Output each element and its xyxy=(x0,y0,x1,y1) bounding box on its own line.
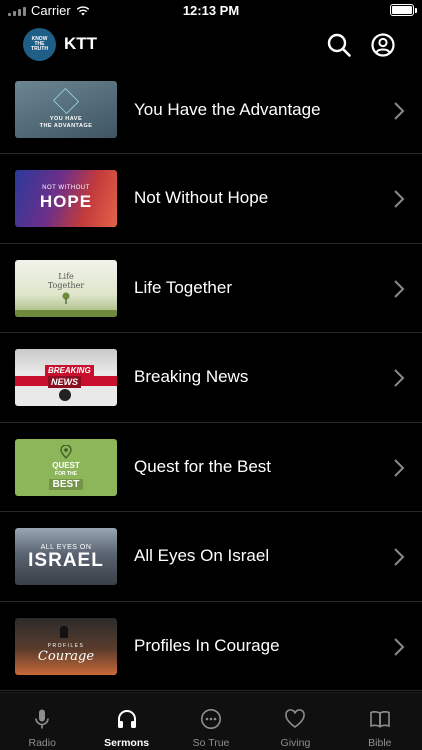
list-item[interactable]: Life Together Life Together xyxy=(0,244,422,333)
app-header: KNOW THE TRUTH KTT xyxy=(0,22,422,66)
sermon-thumbnail: YOU HAVE THE ADVANTAGE xyxy=(15,81,117,138)
sermon-title: Breaking News xyxy=(134,367,249,386)
thumb-text: Life xyxy=(58,272,74,281)
battery-icon xyxy=(390,4,417,16)
sermon-title: All Eyes On Israel xyxy=(134,546,270,565)
sermon-thumbnail: ALL EYES ON ISRAEL xyxy=(15,528,117,585)
chevron-right-icon xyxy=(394,548,405,566)
thumb-text: THE ADVANTAGE xyxy=(39,122,93,129)
chat-bubble-icon xyxy=(201,709,222,729)
tab-giving[interactable]: Giving xyxy=(253,693,337,750)
chevron-right-icon xyxy=(394,190,405,208)
tab-label: Bible xyxy=(368,737,392,749)
thumb-text: QUEST xyxy=(52,460,80,470)
tab-label: So True xyxy=(192,737,230,749)
thumb-text: Courage xyxy=(37,648,95,664)
tab-label: Giving xyxy=(280,737,311,749)
tab-bible[interactable]: Bible xyxy=(338,693,422,750)
tab-label: Sermons xyxy=(104,737,150,749)
sermon-list: YOU HAVE THE ADVANTAGE You Have the Adva… xyxy=(0,66,422,691)
chevron-right-icon xyxy=(394,637,405,656)
microphone-icon xyxy=(35,709,50,729)
thumb-text: NEWS xyxy=(48,376,81,388)
sermon-thumbnail: Life Together xyxy=(15,259,117,317)
account-circle-icon[interactable] xyxy=(370,32,396,58)
thumb-text: YOU HAVE xyxy=(49,115,83,122)
book-icon xyxy=(370,711,390,728)
sermon-thumbnail: QUEST FOR THE BEST xyxy=(15,438,117,496)
chevron-right-icon xyxy=(394,458,405,477)
thumb-text: Together xyxy=(47,281,85,290)
list-item[interactable]: ALL EYES ON ISRAEL All Eyes On Israel xyxy=(0,512,422,602)
headphones-icon xyxy=(117,710,136,728)
thumb-text: NOT WITHOUT xyxy=(42,185,90,191)
sermon-title: You Have the Advantage xyxy=(134,100,321,119)
thumb-text: BREAKING xyxy=(45,365,94,376)
app-logo: KNOW THE TRUTH xyxy=(23,28,56,61)
thumb-text: ISRAEL xyxy=(28,549,104,571)
tab-so-true[interactable]: So True xyxy=(169,693,253,750)
tab-label: Radio xyxy=(28,737,56,749)
tab-radio[interactable]: Radio xyxy=(0,693,84,750)
list-item[interactable]: QUEST FOR THE BEST Quest for the Best xyxy=(0,423,422,512)
chevron-right-icon xyxy=(394,279,405,298)
tab-sermons[interactable]: Sermons xyxy=(84,693,168,750)
clock: 12:13 PM xyxy=(182,3,240,18)
thumb-text: FOR THE xyxy=(55,470,77,477)
heart-icon xyxy=(285,709,306,728)
sermon-title: Quest for the Best xyxy=(134,456,272,476)
logo-text-bottom: TRUTH xyxy=(31,46,48,52)
cube-graphic xyxy=(52,87,80,114)
thumb-strip xyxy=(15,309,117,317)
sermon-title: Life Together xyxy=(134,277,232,297)
thumb-text: HOPE xyxy=(39,192,93,211)
chevron-right-icon xyxy=(394,369,405,387)
status-bar: Carrier 12:13 PM xyxy=(0,0,422,22)
sermon-title: Profiles In Courage xyxy=(134,635,280,655)
app-title: KTT xyxy=(64,34,98,53)
sermon-thumbnail: PROFILES Courage xyxy=(15,617,117,675)
list-item[interactable]: NOT WITHOUT HOPE Not Without Hope xyxy=(0,154,422,244)
tree-icon xyxy=(62,292,70,304)
list-item[interactable]: PROFILES Courage Profiles In Courage xyxy=(0,602,422,691)
chevron-right-icon xyxy=(394,102,405,120)
thumb-text: BEST xyxy=(48,478,84,490)
map-pin-icon xyxy=(60,444,72,459)
search-icon[interactable] xyxy=(326,32,352,58)
logo-dot xyxy=(59,389,71,401)
tab-bar: Radio Sermons So True Giving Bible xyxy=(0,692,422,750)
silhouette-graphic xyxy=(60,625,68,638)
sermon-thumbnail: NOT WITHOUT HOPE xyxy=(15,170,117,227)
sermon-thumbnail: BREAKING NEWS xyxy=(15,349,117,406)
sermon-title: Not Without Hope xyxy=(134,188,269,207)
list-item[interactable]: YOU HAVE THE ADVANTAGE You Have the Adva… xyxy=(0,66,422,154)
list-item[interactable]: BREAKING NEWS Breaking News xyxy=(0,333,422,423)
